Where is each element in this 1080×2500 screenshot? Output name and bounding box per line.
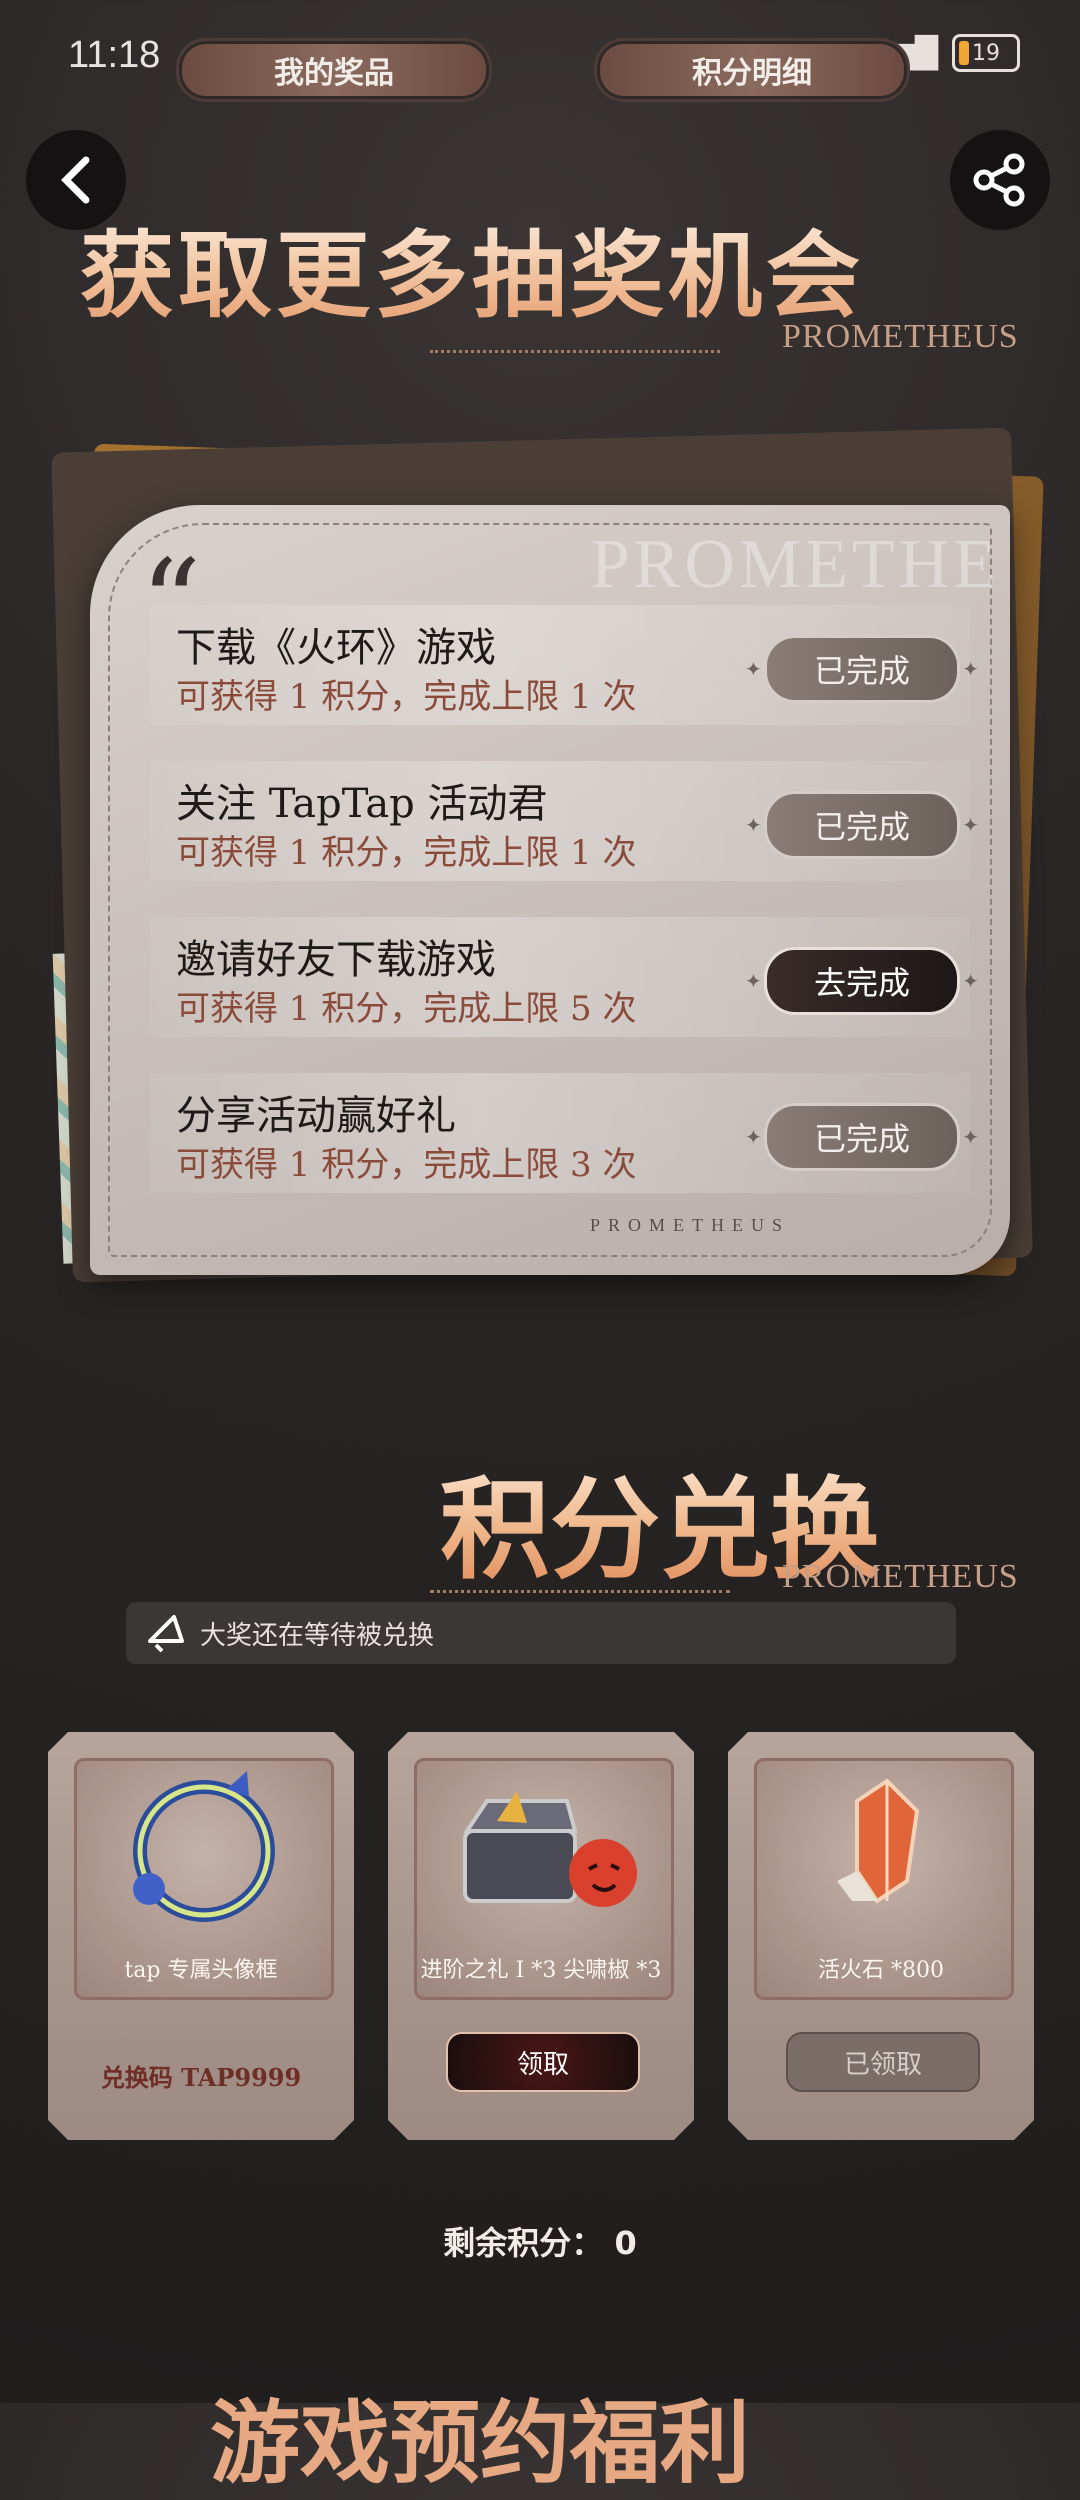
task-title: 分享活动赢好礼 <box>176 1093 456 1139</box>
prize-name: 进阶之礼 I *3 尖啸椒 *3 <box>420 1958 662 1983</box>
status-bar: 11:18 N ⌬ ✱ ▂▄▆█ 19 <box>0 0 1080 110</box>
task-title: 关注 TapTap 活动君 <box>176 781 548 827</box>
prize-card: 进阶之礼 I *3 尖啸椒 *3 领取 <box>388 1732 694 2140</box>
next-section-title: 游戏预约福利 <box>210 2390 750 2496</box>
prize-card: tap 专属头像框 兑换码 TAP9999 <box>48 1732 354 2140</box>
task-status-button[interactable]: 已完成 <box>745 1103 979 1171</box>
claimed-button[interactable]: 已领取 <box>786 2032 980 2092</box>
card-watermark: PROMETHE <box>590 526 1000 603</box>
task-subtitle: 可获得 1 积分，完成上限 5 次 <box>176 989 637 1029</box>
header-brand: PROMETHEUS <box>782 318 1019 355</box>
points-value: 0 <box>614 2224 637 2262</box>
avatar-frame-icon <box>77 1761 331 1961</box>
tab-my-prizes[interactable]: 我的奖品 <box>176 38 492 102</box>
remaining-points: 剩余积分： 0 <box>0 2218 1080 2264</box>
task-subtitle: 可获得 1 积分，完成上限 1 次 <box>176 677 637 717</box>
chevron-left-icon <box>61 156 90 204</box>
task-title: 邀请好友下载游戏 <box>176 937 496 983</box>
task-row: 分享活动赢好礼 可获得 1 积分，完成上限 3 次 已完成 <box>150 1073 979 1193</box>
share-icon <box>973 153 1025 207</box>
task-subtitle: 可获得 1 积分，完成上限 1 次 <box>176 833 637 873</box>
treasure-chest-icon <box>417 1761 671 1961</box>
status-time: 11:18 <box>68 34 161 76</box>
card-brand: PROMETHEUS <box>590 1215 791 1235</box>
task-row: 邀请好友下载游戏 可获得 1 积分，完成上限 5 次 去完成 <box>150 917 979 1037</box>
divider <box>430 1590 730 1593</box>
share-button[interactable] <box>950 130 1050 230</box>
prize-card: 活火石 *800 已领取 <box>728 1732 1034 2140</box>
go-complete-button[interactable]: 去完成 <box>745 947 979 1015</box>
tab-points-detail[interactable]: 积分明细 <box>594 38 910 102</box>
prize-name: tap 专属头像框 <box>124 1958 278 1983</box>
points-label: 剩余积分： <box>443 2224 604 2262</box>
redeem-code[interactable]: 兑换码 TAP9999 <box>48 2058 354 2093</box>
prize-name: 活火石 *800 <box>818 1958 944 1983</box>
task-status-button[interactable]: 已完成 <box>745 791 979 859</box>
notice-text: 大奖还在等待被兑换 <box>200 1620 435 1651</box>
battery-icon: 19 <box>952 34 1020 72</box>
task-subtitle: 可获得 1 积分，完成上限 3 次 <box>176 1145 637 1185</box>
megaphone-icon <box>148 1615 184 1653</box>
task-title: 下载《火环》游戏 <box>176 625 496 671</box>
notice-bar: 大奖还在等待被兑换 <box>126 1602 956 1664</box>
page-title: 获取更多抽奖机会 <box>80 200 864 336</box>
task-row: 下载《火环》游戏 可获得 1 积分，完成上限 1 次 已完成 <box>150 605 979 725</box>
task-row: 关注 TapTap 活动君 可获得 1 积分，完成上限 1 次 已完成 <box>150 761 979 881</box>
task-status-button[interactable]: 已完成 <box>745 635 979 703</box>
fire-crystal-icon <box>757 1761 1011 1961</box>
task-card: PROMETHE “ 下载《火环》游戏 可获得 1 积分，完成上限 1 次 已完… <box>90 505 1010 1275</box>
claim-button[interactable]: 领取 <box>446 2032 640 2092</box>
section-brand: PROMETHEUS <box>782 1558 1019 1595</box>
divider <box>430 350 720 353</box>
